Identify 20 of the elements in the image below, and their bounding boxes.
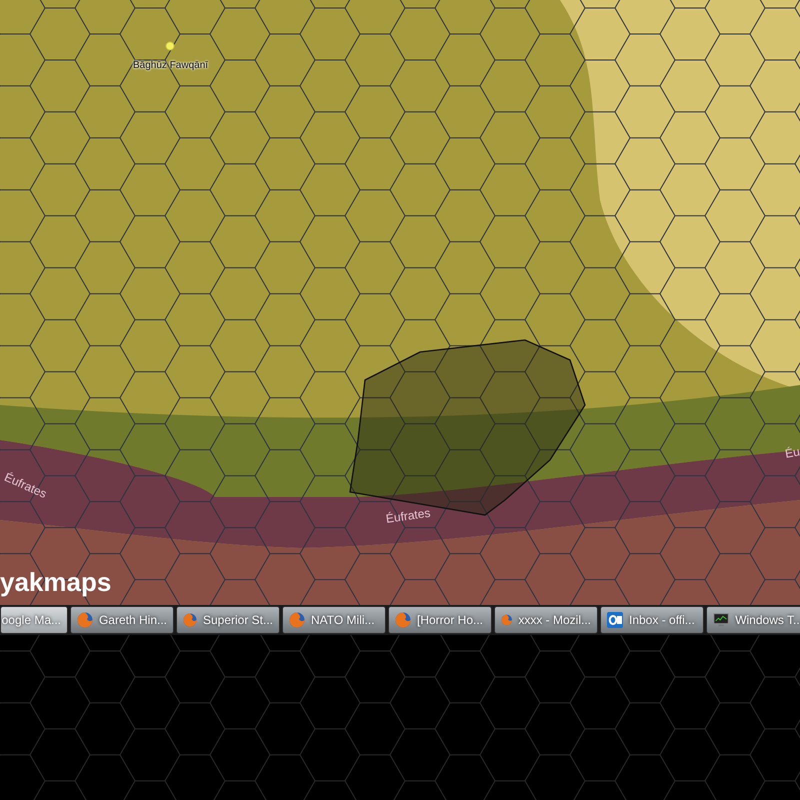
town-dot-icon xyxy=(166,42,174,50)
taskbar-button[interactable]: Windows T... xyxy=(706,606,800,634)
taskbar-button[interactable]: Gareth Hin... xyxy=(70,606,174,634)
globe-icon xyxy=(395,612,411,628)
monitor-icon xyxy=(713,612,730,628)
taskbar-button[interactable]: NATO Mili... xyxy=(282,606,386,634)
taskbar-button[interactable]: Superior St... xyxy=(176,606,280,634)
mail-app-icon xyxy=(607,612,623,628)
place-label: Éufrates xyxy=(385,506,432,526)
globe-icon xyxy=(183,612,197,628)
taskbar-button[interactable]: [Horror Ho... xyxy=(388,606,492,634)
place-label: Éu xyxy=(784,444,800,461)
globe-icon xyxy=(501,612,512,628)
taskbar-button[interactable]: xxxx - Mozil... xyxy=(494,606,598,634)
place-label: Bāghūz Fawqānī xyxy=(133,60,208,71)
globe-icon xyxy=(77,612,93,628)
taskbar-button[interactable]: Inbox - offi... xyxy=(600,606,704,634)
logo-text: yakmaps xyxy=(0,567,112,598)
globe-icon xyxy=(289,612,305,628)
taskbar-button[interactable]: oogle Ma... xyxy=(0,606,68,634)
